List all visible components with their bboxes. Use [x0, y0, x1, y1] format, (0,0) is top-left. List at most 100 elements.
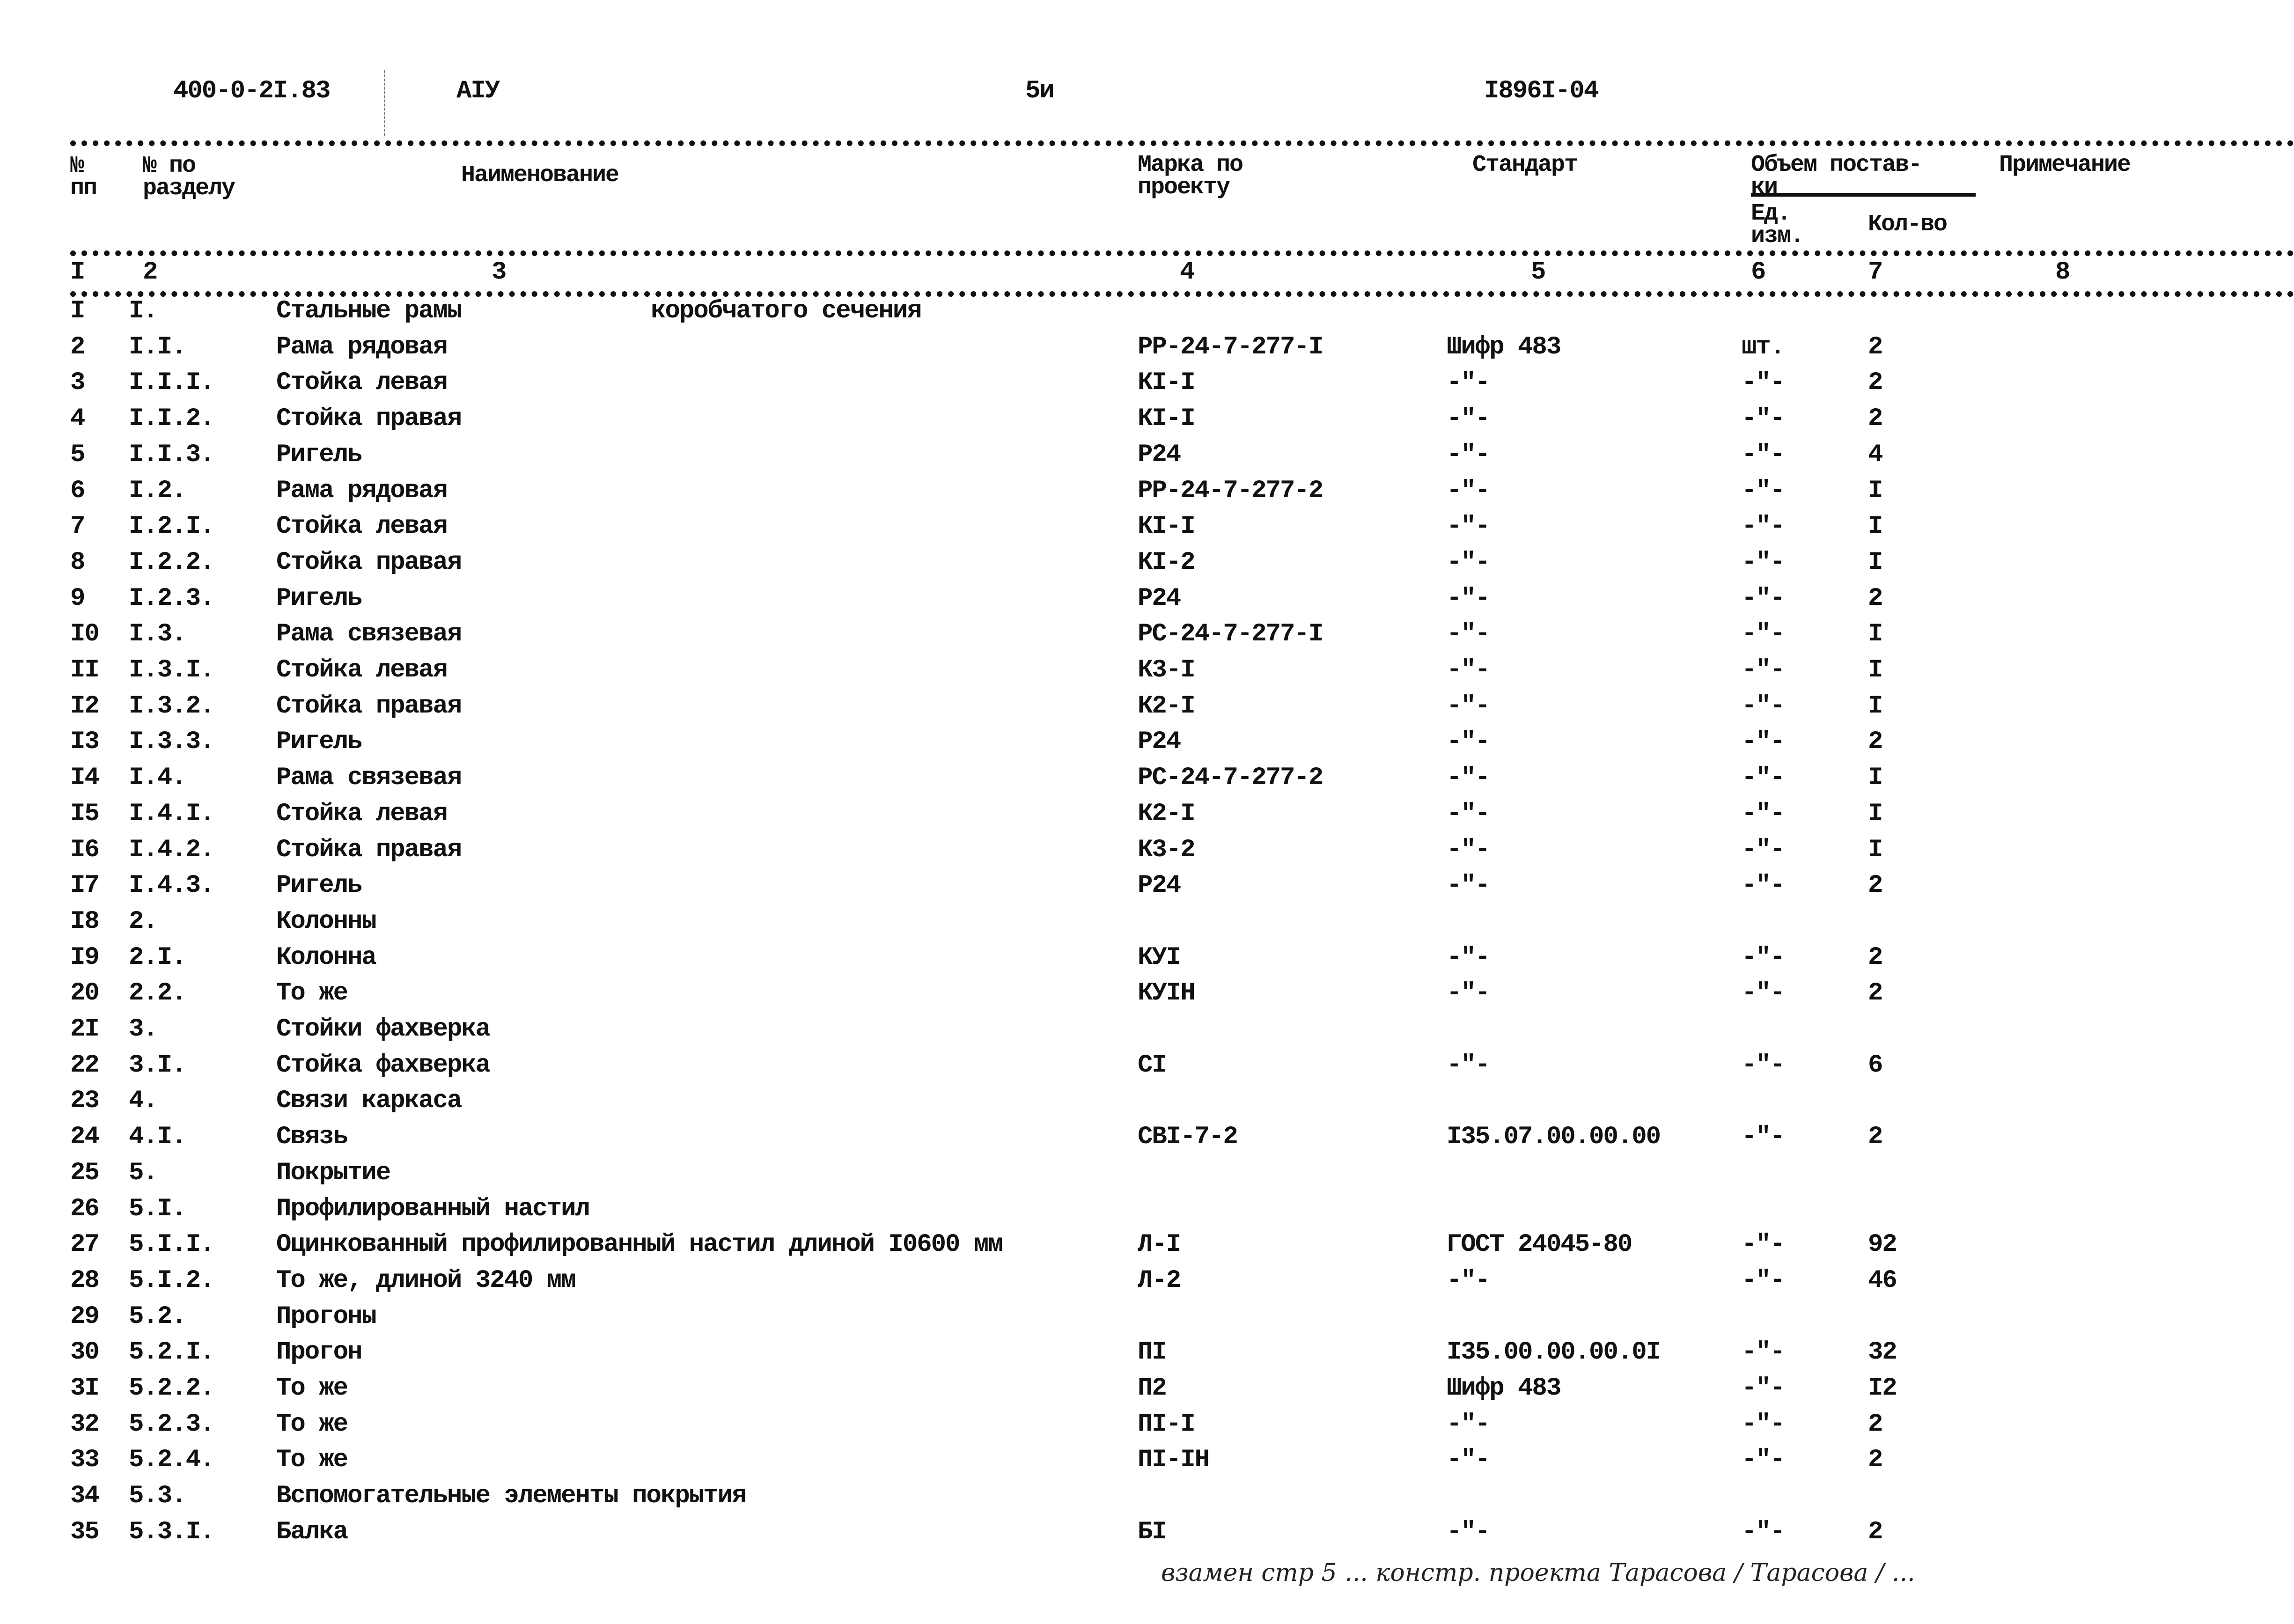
cell-section-number: 2. — [129, 907, 158, 936]
cell-row-number: I7 — [70, 871, 100, 900]
cell-row-number: 28 — [70, 1266, 100, 1295]
cell-name: То же — [276, 1374, 348, 1403]
cell-name: Ригель — [276, 871, 362, 900]
cell-mark: КУIН — [1138, 979, 1196, 1008]
cell-row-number: 3I — [70, 1374, 100, 1403]
cell-mark: К3-2 — [1138, 835, 1196, 864]
cell-quantity: I — [1868, 620, 1883, 649]
cell-section-number: I.4.I. — [129, 799, 215, 828]
cell-mark: Р24 — [1138, 871, 1181, 900]
cell-mark: БI — [1138, 1517, 1167, 1546]
cell-row-number: 23 — [70, 1087, 100, 1116]
cell-unit: -"- — [1742, 476, 1785, 505]
cell-unit: -"- — [1742, 512, 1785, 541]
cell-section-number: I.I. — [129, 332, 187, 361]
header-group-underline — [1751, 193, 1976, 197]
cell-quantity: I — [1868, 476, 1883, 505]
cell-standard: -"- — [1447, 404, 1490, 434]
table-row: 2I 3. Стойки фахверка — [0, 1017, 2294, 1050]
cell-row-number: I4 — [70, 764, 100, 793]
table-row: 23 4. Связи каркаса — [0, 1088, 2294, 1121]
table-row: 35 5.3.I. Балка БI -"- -"- 2 — [0, 1517, 2294, 1552]
cell-section-number: I.3.2. — [129, 691, 215, 720]
cell-quantity: 2 — [1868, 1410, 1883, 1439]
cell-name: Прогоны — [276, 1302, 377, 1331]
cell-section-number: 5.I.2. — [129, 1266, 215, 1295]
cell-unit: -"- — [1742, 1230, 1785, 1259]
cell-section-number: I.4.3. — [129, 871, 215, 900]
cell-row-number: 2I — [70, 1015, 100, 1043]
cell-section-number: I.4. — [129, 764, 187, 793]
cell-section-number: I.3. — [129, 620, 187, 649]
cell-section-number: 4.I. — [129, 1123, 187, 1152]
table-row: I0 I.3. Рама связевая РС-24-7-277-I -"- -"- I — [0, 622, 2294, 654]
cell-unit: -"- — [1742, 1123, 1785, 1152]
cell-row-number: 2 — [70, 332, 85, 361]
table-row: I3 I.3.3. Ригель Р24 -"- -"- 2 — [0, 729, 2294, 762]
colnum-1: I — [70, 258, 85, 287]
cell-mark: РР-24-7-277-2 — [1138, 476, 1323, 505]
table-row: I4 I.4. Рама связевая РС-24-7-277-2 -"- -"- I — [0, 765, 2294, 798]
table-row: I8 2. Колонны — [0, 909, 2294, 942]
header-col6-line1: Ед. — [1751, 200, 1791, 227]
cell-row-number: 7 — [70, 512, 85, 541]
cell-quantity: I2 — [1868, 1374, 1897, 1403]
cell-row-number: I — [70, 297, 85, 325]
cell-row-number: I2 — [70, 691, 100, 720]
cell-standard: -"- — [1447, 1410, 1490, 1439]
cell-quantity: I — [1868, 548, 1883, 577]
album-code: AIУ — [456, 77, 500, 105]
cell-section-number: 5.2.4. — [129, 1446, 215, 1475]
header-col8: Примечание — [1999, 152, 2131, 178]
cell-mark: КI-I — [1138, 404, 1196, 434]
cell-standard: -"- — [1447, 1266, 1490, 1295]
cell-mark: СI — [1138, 1051, 1167, 1080]
cell-quantity: 2 — [1868, 368, 1883, 397]
cell-name: То же — [276, 1410, 348, 1439]
cell-standard: -"- — [1447, 656, 1490, 684]
cell-standard: -"- — [1447, 691, 1490, 720]
cell-standard: -"- — [1447, 727, 1490, 757]
cell-standard: -"- — [1447, 620, 1490, 649]
cell-quantity: 46 — [1868, 1266, 1897, 1295]
cell-quantity: 92 — [1868, 1230, 1897, 1259]
cell-name: То же — [276, 1446, 348, 1475]
cell-unit: -"- — [1742, 1338, 1785, 1367]
header-col7: Кол-во — [1868, 211, 1948, 238]
table-row: 32 5.2.3. То же ПI-I -"- -"- 2 — [0, 1410, 2294, 1445]
cell-name: Ригель — [276, 727, 362, 757]
header-col1-line2: пп — [70, 175, 97, 202]
cell-unit: -"- — [1742, 548, 1785, 577]
cell-section-number: I.2.I. — [129, 512, 215, 541]
cell-row-number: I6 — [70, 835, 100, 864]
cell-row-number: 9 — [70, 584, 85, 613]
cell-name: Рама связевая — [276, 620, 462, 649]
handwritten-note: взамен стр 5 ... констр. проекта Тарасов… — [1161, 1559, 1915, 1587]
cell-unit: -"- — [1742, 691, 1785, 720]
cell-quantity: 6 — [1868, 1051, 1883, 1080]
cell-quantity: 2 — [1868, 979, 1883, 1008]
cell-mark: Р24 — [1138, 727, 1181, 757]
cell-unit: -"- — [1742, 656, 1785, 684]
cell-unit: -"- — [1742, 727, 1785, 757]
cell-quantity: I — [1868, 691, 1883, 720]
cell-name: Связь — [276, 1123, 348, 1152]
cell-standard: -"- — [1447, 835, 1490, 864]
colnum-5: 5 — [1531, 258, 1546, 287]
table-row: 30 5.2.I. Прогон ПI I35.00.00.00.0I -"- 32 — [0, 1340, 2294, 1373]
colnum-2: 2 — [143, 258, 158, 287]
doc-code: 400-0-2I.83 — [173, 77, 331, 105]
cell-name: Балка — [276, 1517, 348, 1546]
cell-section-number: 5.I. — [129, 1194, 187, 1223]
cell-quantity: I — [1868, 512, 1883, 541]
cell-row-number: 29 — [70, 1302, 100, 1331]
cell-unit: -"- — [1742, 1517, 1785, 1546]
cell-quantity: 32 — [1868, 1338, 1897, 1367]
table-row: 5 I.I.3. Ригель Р24 -"- -"- 4 — [0, 442, 2294, 475]
cell-name: Рама рядовая — [276, 476, 448, 505]
cell-section-number: 5.3. — [129, 1482, 187, 1511]
cell-name: Стойка левая — [276, 799, 448, 828]
cell-row-number: 26 — [70, 1194, 100, 1223]
table-row: 27 5.I.I. Оцинкованный профилированный нас… — [0, 1232, 2294, 1265]
header-col1-line1: № — [70, 153, 84, 179]
